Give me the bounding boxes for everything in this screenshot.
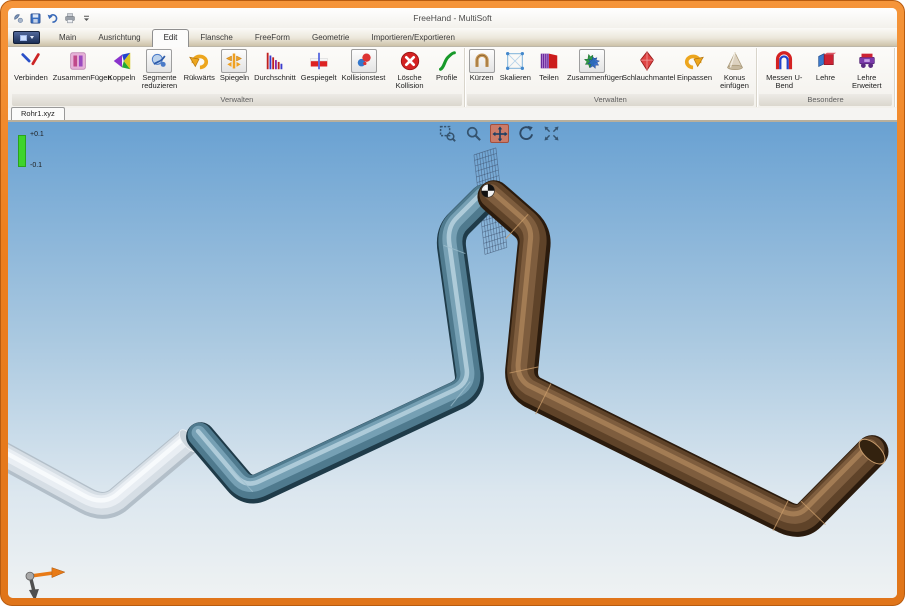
title-bar: FreeHand - MultiSoft xyxy=(8,8,897,28)
ribbon-tab-row: Main Ausrichtung Edit Flansche FreeForm … xyxy=(8,28,897,46)
zoom-window-icon[interactable] xyxy=(438,124,457,143)
split-icon xyxy=(536,49,562,73)
deviation-legend: +0.1 -0.1 xyxy=(18,131,44,169)
rueckwaerts-button[interactable]: Rükwärts xyxy=(182,49,217,82)
lehre-button[interactable]: Lehre xyxy=(811,49,841,82)
einpassen-button[interactable]: Einpassen xyxy=(675,49,714,82)
zoom-icon[interactable] xyxy=(464,124,483,143)
scale-icon xyxy=(502,49,528,73)
join-icon xyxy=(579,49,605,73)
print-icon[interactable] xyxy=(63,12,76,25)
delete-collision-icon xyxy=(397,49,423,73)
ribbon: Verbinden ZusammenFügen Koppeln Segmente… xyxy=(8,46,897,108)
fit-in-icon xyxy=(681,49,707,73)
average-icon xyxy=(262,49,288,73)
lehre-erweitert-button[interactable]: Lehre Erweitert xyxy=(842,49,893,91)
application-menu-icon xyxy=(20,35,27,41)
viewport-nav-toolbar xyxy=(438,124,561,143)
tab-geometrie[interactable]: Geometrie xyxy=(301,30,360,46)
junction-sphere-marker[interactable] xyxy=(481,184,494,197)
quick-access-toolbar xyxy=(12,12,93,25)
merge-icon xyxy=(65,49,91,73)
tab-importieren-exportieren[interactable]: Importieren/Exportieren xyxy=(360,30,466,46)
gespiegelt-button[interactable]: Gespiegelt xyxy=(299,49,339,82)
insert-cone-icon xyxy=(722,49,748,73)
profiles-icon xyxy=(434,49,460,73)
ribbon-group-verwalten-2: Kürzen Skalieren Teilen Zusammenfügen Sc… xyxy=(465,48,757,107)
undo-icon[interactable] xyxy=(46,12,59,25)
ribbon-group-verwalten-1: Verbinden ZusammenFügen Koppeln Segmente… xyxy=(10,48,465,107)
document-tab-rohr1[interactable]: Rohr1.xyz xyxy=(11,107,65,120)
schlauchmantel-button[interactable]: Schlauchmantel xyxy=(620,49,674,82)
group-label-verwalten-1: Verwalten xyxy=(12,94,462,106)
app-icon[interactable] xyxy=(12,12,25,25)
scene-background xyxy=(8,122,897,598)
zusammenfuegen-button[interactable]: ZusammenFügen xyxy=(51,49,105,82)
collision-test-icon xyxy=(351,49,377,73)
kollisionstest-button[interactable]: Kollisionstest xyxy=(340,49,388,82)
mirrored-icon xyxy=(306,49,332,73)
teilen-button[interactable]: Teilen xyxy=(534,49,564,82)
verbinden-button[interactable]: Verbinden xyxy=(12,49,50,82)
tab-main[interactable]: Main xyxy=(48,30,87,46)
konus-einfuegen-button[interactable]: Konus einfügen xyxy=(715,49,754,91)
gauge-extended-icon xyxy=(854,49,880,73)
pan-icon[interactable] xyxy=(490,124,509,143)
tab-freeform[interactable]: FreeForm xyxy=(244,30,301,46)
scene-canvas[interactable] xyxy=(8,122,897,598)
hose-jacket-icon xyxy=(634,49,660,73)
spiegeln-button[interactable]: Spiegeln xyxy=(218,49,251,82)
application-menu-button[interactable] xyxy=(13,31,40,44)
legend-color-bar xyxy=(18,135,26,167)
viewport-3d[interactable]: +0.1 -0.1 xyxy=(8,122,897,598)
more-commands-icon[interactable] xyxy=(80,12,93,25)
ribbon-group-besondere: Messen U-Bend Lehre Lehre Erweitert Beso… xyxy=(757,48,895,107)
koppeln-button[interactable]: Koppeln xyxy=(106,49,138,82)
save-icon[interactable] xyxy=(29,12,42,25)
mirror-icon xyxy=(221,49,247,73)
zusammenfuegen2-button[interactable]: Zusammenfügen xyxy=(565,49,619,82)
tab-flansche[interactable]: Flansche xyxy=(189,30,243,46)
legend-min-value: -0.1 xyxy=(30,162,44,169)
profile-button[interactable]: Profile xyxy=(432,49,462,82)
document-tab-bar: Rohr1.xyz xyxy=(8,108,897,122)
group-label-verwalten-2: Verwalten xyxy=(467,94,754,106)
rotate-icon[interactable] xyxy=(516,124,535,143)
tab-ausrichtung[interactable]: Ausrichtung xyxy=(87,30,151,46)
messen-ubend-button[interactable]: Messen U-Bend xyxy=(759,49,810,91)
fit-view-icon[interactable] xyxy=(542,124,561,143)
kuerzen-button[interactable]: Kürzen xyxy=(467,49,497,82)
legend-max-value: +0.1 xyxy=(30,131,44,138)
segmente-reduzieren-button[interactable]: Segmente reduzieren xyxy=(138,49,180,91)
durchschnitt-button[interactable]: Durchschnitt xyxy=(252,49,298,82)
app-window-inner: FreeHand - MultiSoft Main Ausrichtung Ed… xyxy=(8,8,897,598)
gauge-icon xyxy=(813,49,839,73)
reduce-segments-icon xyxy=(146,49,172,73)
connect-icon xyxy=(18,49,44,73)
shorten-icon xyxy=(469,49,495,73)
backwards-icon xyxy=(186,49,212,73)
group-label-besondere: Besondere xyxy=(759,94,892,106)
tab-edit[interactable]: Edit xyxy=(152,29,190,47)
loesche-kollision-button[interactable]: Lösche Kollision xyxy=(388,49,430,91)
chevron-down-icon xyxy=(30,36,34,39)
app-window: FreeHand - MultiSoft Main Ausrichtung Ed… xyxy=(0,0,905,606)
couple-icon xyxy=(109,49,135,73)
axis-origin-joint xyxy=(26,572,34,580)
skalieren-button[interactable]: Skalieren xyxy=(498,49,533,82)
measure-ubend-icon xyxy=(771,49,797,73)
window-title: FreeHand - MultiSoft xyxy=(8,13,897,23)
